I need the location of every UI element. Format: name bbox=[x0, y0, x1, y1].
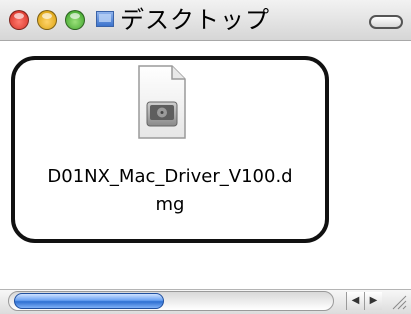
zoom-button[interactable] bbox=[65, 10, 85, 30]
resize-grip-icon[interactable] bbox=[387, 292, 407, 310]
window-title: デスクトップ bbox=[120, 6, 270, 34]
toolbar-toggle-button[interactable] bbox=[369, 15, 403, 29]
close-button[interactable] bbox=[9, 10, 29, 30]
minimize-button[interactable] bbox=[37, 10, 57, 30]
file-name-text: D01NX_Mac_Driver_V100.d mg bbox=[47, 166, 293, 215]
desktop-folder-icon[interactable] bbox=[96, 11, 114, 27]
scroll-left-button[interactable]: ◀ bbox=[346, 292, 364, 310]
scroll-thumb[interactable] bbox=[14, 293, 164, 309]
disk-image-icon[interactable] bbox=[136, 64, 188, 140]
left-arrow-icon: ◀ bbox=[351, 295, 360, 306]
scroll-right-button[interactable]: ▶ bbox=[364, 292, 382, 310]
right-arrow-icon: ▶ bbox=[369, 295, 378, 306]
file-name-label[interactable]: D01NX_Mac_Driver_V100.d mg bbox=[20, 163, 320, 219]
